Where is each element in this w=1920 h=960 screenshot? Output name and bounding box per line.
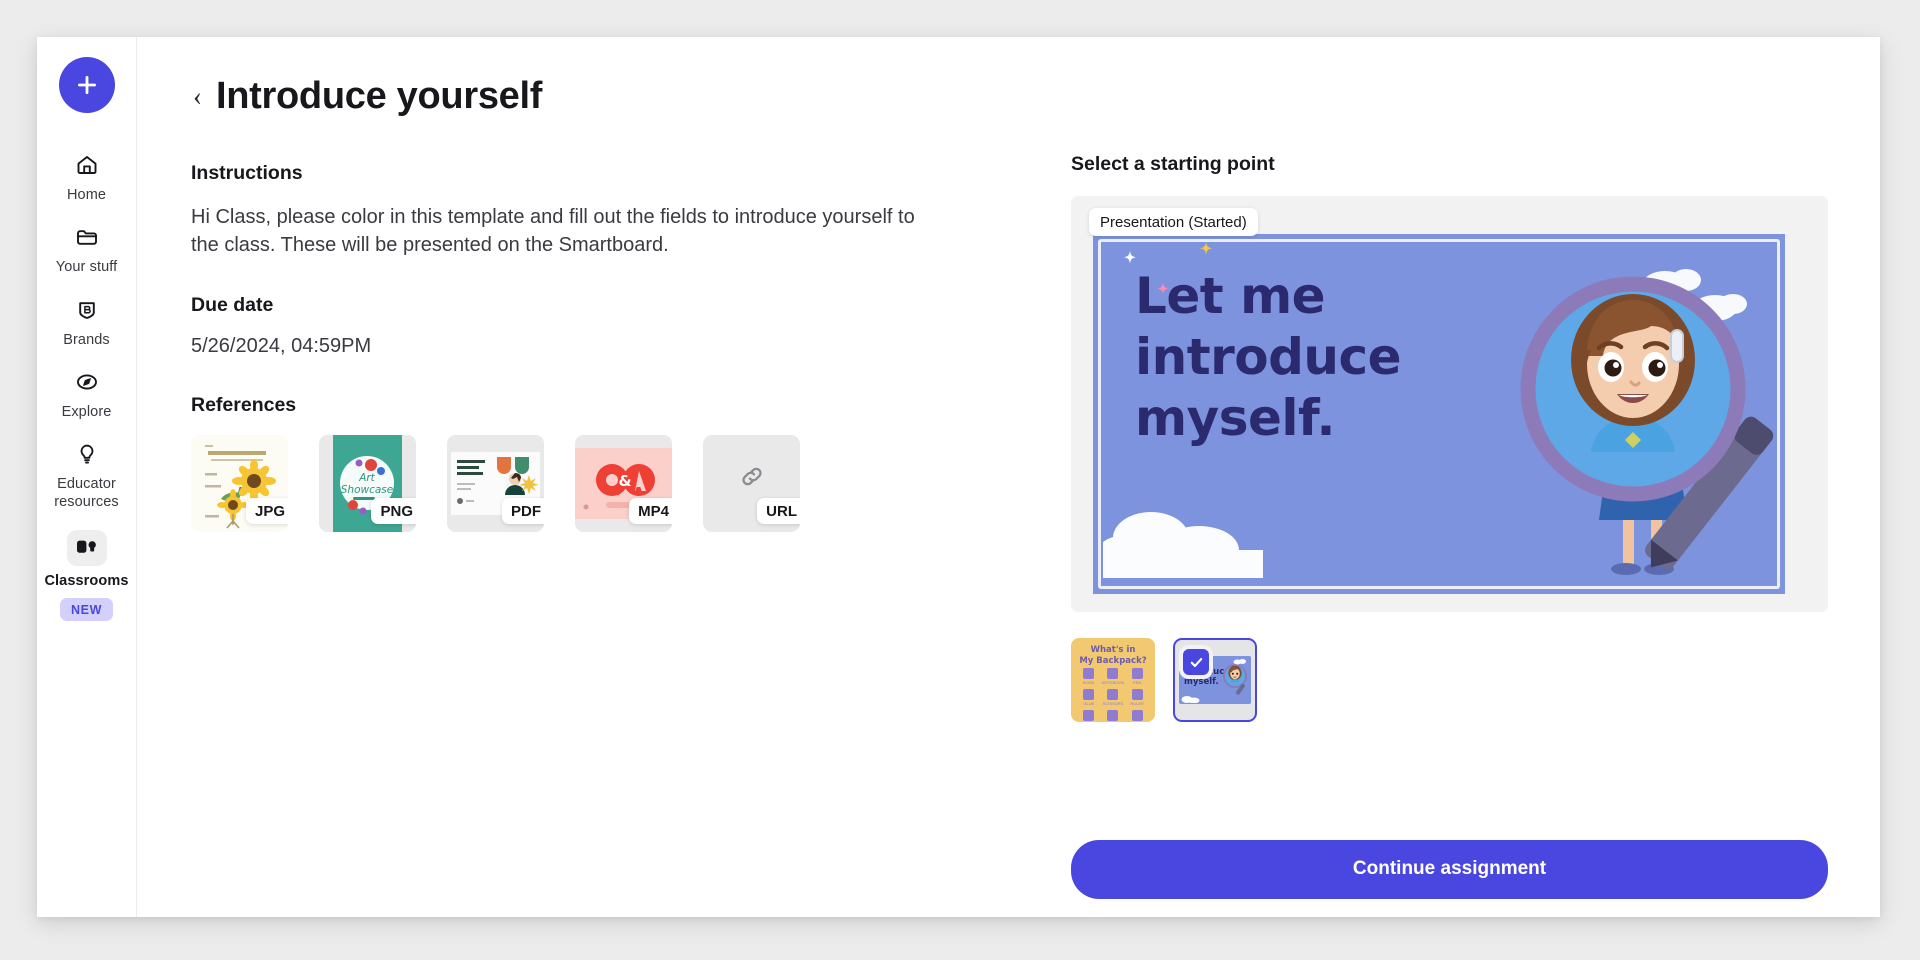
backpack-item: RULER — [1127, 689, 1147, 706]
back-chevron-icon[interactable]: ‹ — [191, 83, 204, 110]
instructions-heading: Instructions — [191, 162, 303, 184]
continue-assignment-button[interactable]: Continue assignment — [1071, 840, 1828, 899]
reference-badge: PDF — [502, 497, 544, 524]
sidebar-item-label: Your stuff — [55, 259, 118, 276]
add-button[interactable] — [58, 57, 115, 113]
sidebar-item-explore[interactable]: Explore — [37, 358, 136, 430]
assignment-details: ‹ Introduce yourself Instructions Hi Cla… — [191, 75, 1071, 917]
reference-badge: URL — [757, 497, 800, 524]
page-header: ‹ Introduce yourself — [191, 75, 1031, 118]
brand-shield-icon — [72, 295, 102, 325]
new-badge: NEW — [60, 597, 113, 621]
lightbulb-icon — [72, 439, 102, 469]
sidebar-item-classrooms[interactable]: Classrooms NEW — [37, 521, 136, 630]
thumbnail-introduce-myself[interactable]: introduce myself. — [1173, 638, 1257, 722]
svg-text:Art: Art — [358, 472, 375, 484]
thumbnail-title: What's in My Backpack? — [1079, 645, 1147, 666]
page-title: Introduce yourself — [216, 75, 543, 117]
references-list: JPG Art Showcase PNG PDF & MP4 URL — [191, 434, 1031, 532]
star-icon-yellow — [1200, 241, 1212, 255]
backpack-item: PHONE — [1079, 710, 1099, 722]
sidebar-item-label: Educator resources — [54, 476, 119, 511]
plus-icon — [77, 76, 96, 94]
reference-badge: PNG — [371, 497, 416, 524]
backpack-item: GLUE — [1079, 689, 1099, 706]
checkmark-icon — [1183, 649, 1209, 675]
sidebar: Home Your stuff Brands Explore Educator … — [37, 37, 137, 917]
sidebar-item-label: Classrooms — [44, 572, 129, 589]
reference-card-png[interactable]: Art Showcase PNG — [319, 434, 416, 532]
backpack-item: SNACK — [1127, 710, 1147, 722]
reference-card-url[interactable]: URL — [703, 434, 800, 532]
due-date-value: 5/26/2024, 04:59PM — [191, 334, 372, 357]
cloud-icon-bottom — [1103, 512, 1263, 578]
classrooms-icon — [66, 529, 107, 566]
reference-badge: JPG — [245, 497, 288, 524]
reference-card-pdf[interactable]: PDF — [447, 434, 544, 532]
app-window: Home Your stuff Brands Explore Educator … — [37, 37, 1880, 917]
sidebar-item-label: Explore — [61, 403, 112, 420]
thumbnail-character-icon — [1223, 664, 1247, 695]
presentation-preview[interactable]: Presentation (Started) Let me introduce … — [1071, 196, 1828, 612]
backpack-item: HEADSET — [1102, 710, 1125, 722]
svg-text:&: & — [618, 472, 631, 490]
starting-point-thumbnails: What's in My Backpack? BOOK NOTEBOOK PEN… — [1071, 638, 1828, 722]
main-content: ‹ Introduce yourself Instructions Hi Cla… — [137, 37, 1880, 917]
preview-status-badge: Presentation (Started) — [1089, 208, 1258, 236]
reference-badge: MP4 — [629, 497, 672, 524]
character-illustration — [1520, 276, 1774, 575]
backpack-item: SCISSORS — [1102, 689, 1125, 706]
compass-eye-icon — [72, 367, 102, 397]
thumbnail-backpack[interactable]: What's in My Backpack? BOOK NOTEBOOK PEN… — [1071, 638, 1155, 722]
slide-canvas: Let me introduce myself. — [1093, 234, 1785, 594]
slide-title: Let me introduce myself. — [1135, 267, 1402, 447]
reference-card-jpg[interactable]: JPG — [191, 434, 288, 532]
sidebar-item-educator-resources[interactable]: Educator resources — [37, 430, 136, 521]
sidebar-item-brands[interactable]: Brands — [37, 286, 136, 358]
starting-point-heading: Select a starting point — [1071, 153, 1275, 175]
instructions-body: Hi Class, please color in this template … — [191, 206, 915, 257]
backpack-item: PEN — [1127, 668, 1147, 685]
link-icon — [738, 463, 766, 496]
svg-text:Showcase: Showcase — [341, 484, 393, 496]
thumbnail-cloud-icon — [1181, 696, 1200, 703]
reference-card-mp4[interactable]: & MP4 — [575, 434, 672, 532]
references-heading: References — [191, 393, 297, 416]
backpack-item: BOOK — [1079, 668, 1099, 685]
thumbnail-cloud-icon-top — [1233, 659, 1246, 665]
sidebar-item-home[interactable]: Home — [37, 141, 136, 213]
sidebar-item-your-stuff[interactable]: Your stuff — [37, 213, 136, 285]
backpack-item: NOTEBOOK — [1102, 668, 1124, 685]
folder-icon — [72, 222, 102, 252]
sidebar-item-label: Home — [66, 187, 107, 203]
due-date-heading: Due date — [191, 293, 274, 316]
sidebar-item-label: Brands — [63, 331, 110, 348]
starting-point-panel: Select a starting point Presentation (St… — [1071, 75, 1828, 917]
backpack-item-grid: BOOK NOTEBOOK PEN GLUE SCISSORS RULER PH… — [1079, 668, 1147, 722]
home-icon — [72, 150, 102, 180]
